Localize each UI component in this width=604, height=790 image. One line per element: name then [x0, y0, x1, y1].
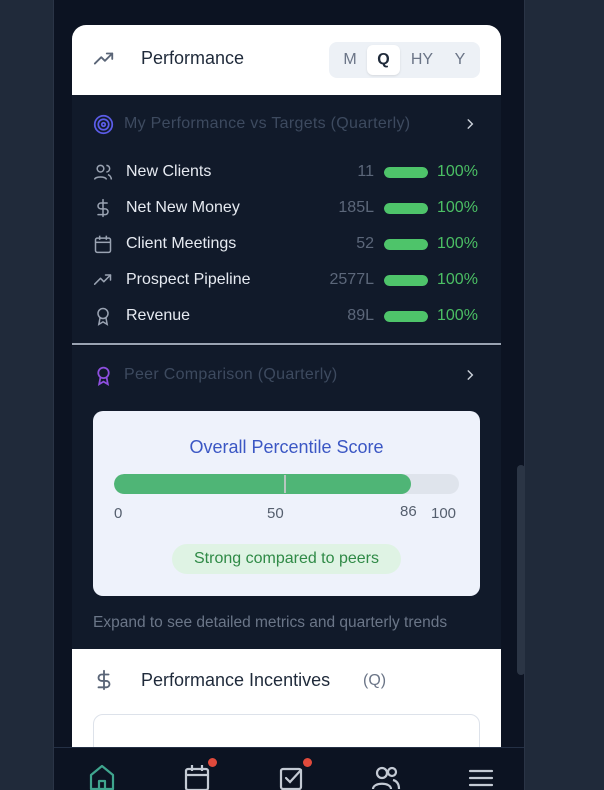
peer-heading-row[interactable]: Peer Comparison (Quarterly) — [93, 363, 338, 387]
dollar-icon — [93, 198, 113, 218]
scrollbar[interactable] — [517, 465, 525, 675]
metric-progress-bar — [384, 202, 428, 214]
percentile-score-card: Overall Percentile Score 0 50 86 100 Str… — [93, 411, 480, 596]
percentile-track — [114, 474, 459, 494]
performance-title: Performance — [141, 48, 245, 68]
targets-section: My Performance vs Targets (Quarterly) Ne… — [72, 95, 501, 345]
period-half-year-tab[interactable]: HY — [400, 45, 444, 75]
targets-heading: My Performance vs Targets (Quarterly) — [124, 115, 411, 132]
scale-max-label: 100 — [431, 505, 457, 522]
score-value-label: 86 — [400, 503, 417, 520]
metric-value: 89L — [347, 307, 374, 324]
award-icon — [93, 306, 113, 326]
metric-value: 52 — [356, 235, 374, 252]
scale-mid-label: 50 — [267, 505, 284, 522]
incentives-period: (Q) — [363, 672, 387, 689]
chevron-right-icon[interactable] — [463, 368, 477, 382]
dollar-icon — [97, 669, 111, 691]
metric-label: Client Meetings — [126, 235, 237, 252]
score-title: Overall Percentile Score — [189, 437, 384, 457]
home-icon[interactable] — [87, 762, 117, 790]
period-year-tab[interactable]: Y — [444, 45, 476, 75]
period-quarter-tab[interactable]: Q — [367, 45, 400, 75]
metric-value: 11 — [357, 163, 374, 180]
metric-percent: 100% — [437, 163, 478, 180]
percentile-fill — [114, 474, 411, 494]
metric-progress-bar — [384, 238, 428, 250]
trending-up-icon — [93, 52, 114, 65]
metric-progress-bar — [384, 310, 428, 322]
metric-label: Revenue — [126, 307, 191, 324]
metric-row: Prospect Pipeline 2577L 100% — [93, 268, 481, 292]
metric-progress-bar — [384, 166, 428, 178]
calendar-notification-dot — [208, 758, 217, 767]
tasks-notification-dot — [303, 758, 312, 767]
award-icon — [97, 366, 110, 386]
metric-value: 185L — [338, 199, 374, 216]
metric-value: 2577L — [329, 271, 375, 288]
chevron-right-icon[interactable] — [463, 117, 477, 131]
metric-row: New Clients 11 100% — [93, 160, 481, 184]
metric-row: Net New Money 185L 100% — [93, 196, 481, 220]
metric-label: Net New Money — [126, 199, 240, 216]
metric-row: Client Meetings 52 100% — [93, 232, 481, 256]
metric-progress-fill — [384, 166, 428, 178]
period-month-tab[interactable]: M — [333, 45, 367, 75]
metric-percent: 100% — [437, 235, 478, 252]
metric-label: New Clients — [126, 163, 212, 180]
clients-icon[interactable] — [371, 762, 401, 790]
metric-progress-bar — [384, 274, 428, 286]
targets-heading-row[interactable]: My Performance vs Targets (Quarterly) — [93, 112, 410, 136]
metric-progress-fill — [384, 202, 428, 214]
menu-icon[interactable] — [466, 762, 496, 790]
period-selector: M Q HY Y — [329, 42, 480, 78]
trending-up-icon — [93, 270, 113, 290]
peer-comparison-section: Peer Comparison (Quarterly) Overall Perc… — [72, 346, 501, 649]
calendar-icon[interactable] — [182, 762, 212, 790]
tasks-icon[interactable] — [277, 762, 307, 790]
peer-heading: Peer Comparison (Quarterly) — [124, 366, 338, 383]
metric-progress-fill — [384, 310, 428, 322]
incentives-title: Performance Incentives — [141, 670, 331, 690]
median-marker — [284, 475, 286, 493]
calendar-icon — [93, 234, 113, 254]
metric-percent: 100% — [437, 307, 478, 324]
scale-min-label: 0 — [114, 505, 123, 522]
metric-row: Revenue 89L 100% — [93, 304, 481, 328]
metric-progress-fill — [384, 274, 428, 286]
performance-header: Performance M Q HY Y — [72, 25, 501, 95]
metric-percent: 100% — [437, 199, 478, 216]
metric-progress-fill — [384, 238, 428, 250]
target-icon — [93, 114, 114, 134]
metric-percent: 100% — [437, 271, 478, 288]
bottom-nav — [54, 747, 524, 790]
score-status-badge: Strong compared to peers — [172, 544, 401, 574]
metric-label: Prospect Pipeline — [126, 271, 251, 288]
users-icon — [93, 162, 113, 182]
expand-note: Expand to see detailed metrics and quart… — [93, 614, 448, 631]
app-screen: Performance M Q HY Y My Performance vs T… — [53, 0, 525, 790]
